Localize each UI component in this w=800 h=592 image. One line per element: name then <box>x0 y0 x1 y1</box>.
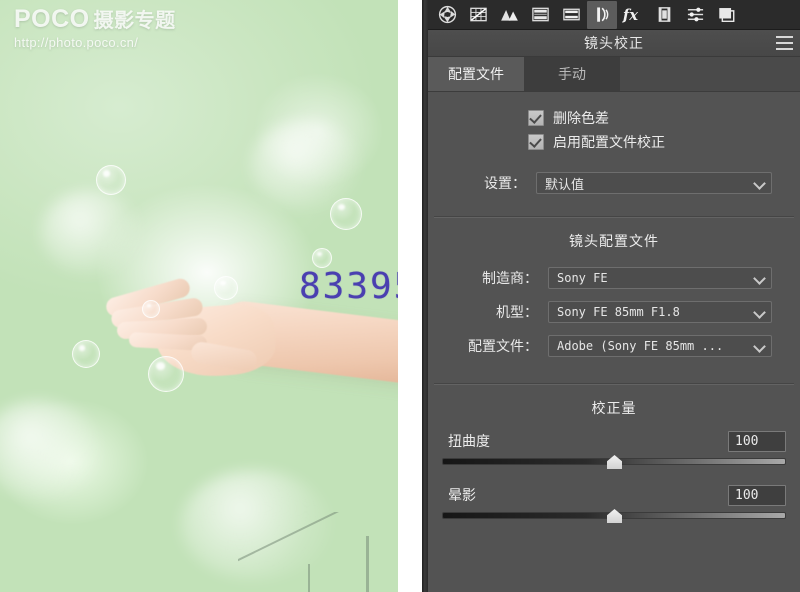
slider-track-area[interactable] <box>442 508 786 526</box>
bokeh-blob <box>250 120 360 210</box>
soap-bubble <box>214 276 238 300</box>
model-row: 机型： Sony FE 85mm F1.8 <box>428 301 800 323</box>
railing <box>238 512 398 592</box>
svg-text:fx: fx <box>622 7 638 24</box>
make-select[interactable]: Sony FE <box>548 267 772 289</box>
lens-profile-title: 镜头配置文件 <box>569 233 659 249</box>
slider-track-area[interactable] <box>442 454 786 472</box>
soap-bubble <box>148 356 184 392</box>
slider-label: 晕影 <box>448 487 476 503</box>
section-divider <box>434 383 794 385</box>
railing-post <box>366 536 369 592</box>
slider-value-input[interactable]: 100 <box>728 430 786 452</box>
checkbox-box[interactable] <box>528 134 544 150</box>
soap-bubble <box>96 165 126 195</box>
tab-profile[interactable]: 配置文件 <box>428 57 524 91</box>
section-divider <box>434 216 794 218</box>
tone-curve-icon[interactable] <box>463 1 493 29</box>
chevron-down-icon <box>755 179 764 188</box>
make-label: 制造商： <box>482 270 538 286</box>
camera-calibration-icon[interactable] <box>649 1 679 29</box>
correction-amount-title: 校正量 <box>591 400 637 416</box>
settings-row: 设置： 默认值 <box>428 172 800 194</box>
settings-select[interactable]: 默认值 <box>536 172 772 194</box>
presets-sliders-icon[interactable] <box>680 1 710 29</box>
slider-distortion: 扭曲度 100 <box>428 430 800 472</box>
soap-bubble <box>72 340 100 368</box>
settings-value: 默认值 <box>545 176 585 192</box>
detail-sharpening-icon[interactable] <box>494 1 524 29</box>
preview-gap <box>398 0 422 592</box>
checkbox-enable-profile-correction[interactable]: 启用配置文件校正 <box>428 130 800 154</box>
hamburger-menu-icon[interactable] <box>776 36 793 50</box>
overlay-number: 833959 <box>299 266 398 307</box>
model-value: Sony FE 85mm F1.8 <box>557 305 680 319</box>
snapshots-layers-icon[interactable] <box>711 1 741 29</box>
settings-label: 设置： <box>484 175 526 191</box>
chevron-down-icon <box>755 342 764 351</box>
railing-post <box>308 564 310 592</box>
basic-aperture-icon[interactable] <box>432 1 462 29</box>
split-toning-icon[interactable] <box>556 1 586 29</box>
railing-rail <box>238 512 398 566</box>
hsl-grayscale-icon[interactable] <box>525 1 555 29</box>
profile-row: 配置文件： Adobe (Sony FE 85mm ... <box>428 335 800 357</box>
profile-select[interactable]: Adobe (Sony FE 85mm ... <box>548 335 772 357</box>
develop-panel: fx 镜头校正 配置文件 手动 删除色差 启用配置文件校正 设置： 默认值 镜头… <box>428 0 800 592</box>
make-value: Sony FE <box>557 271 608 285</box>
chevron-down-icon <box>755 308 764 317</box>
tab-filler <box>620 57 800 91</box>
slider-value-input[interactable]: 100 <box>728 484 786 506</box>
make-row: 制造商： Sony FE <box>428 267 800 289</box>
checkbox-label: 删除色差 <box>553 110 609 126</box>
soap-bubble <box>330 198 362 230</box>
effects-fx-icon[interactable]: fx <box>618 1 648 29</box>
page-title: 镜头校正 <box>584 35 644 51</box>
chevron-down-icon <box>755 274 764 283</box>
panel-title-bar: 镜头校正 <box>428 30 800 57</box>
panel-tabs: 配置文件 手动 <box>428 57 800 92</box>
model-select[interactable]: Sony FE 85mm F1.8 <box>548 301 772 323</box>
slider-label: 扭曲度 <box>448 433 490 449</box>
soap-bubble <box>142 300 160 318</box>
checkbox-label: 启用配置文件校正 <box>553 134 665 150</box>
app-root: POCO摄影专题 http://photo.poco.cn/ 833959 <box>0 0 800 592</box>
profile-label: 配置文件： <box>468 338 538 354</box>
checkbox-box[interactable] <box>528 110 544 126</box>
profile-value: Adobe (Sony FE 85mm ... <box>557 339 724 353</box>
soap-bubble <box>312 248 332 268</box>
model-label: 机型： <box>496 304 538 320</box>
bokeh-blob <box>40 190 140 275</box>
slider-vignetting: 晕影 100 <box>428 484 800 526</box>
checkbox-remove-chromatic-aberration[interactable]: 删除色差 <box>428 106 800 130</box>
photo-preview[interactable]: POCO摄影专题 http://photo.poco.cn/ 833959 <box>0 0 398 592</box>
lens-correction-icon[interactable] <box>587 0 617 29</box>
module-icon-toolbar: fx <box>428 0 800 30</box>
tab-manual[interactable]: 手动 <box>524 57 620 91</box>
panel-content: 删除色差 启用配置文件校正 设置： 默认值 镜头配置文件 制造商： Sony F… <box>428 106 800 526</box>
